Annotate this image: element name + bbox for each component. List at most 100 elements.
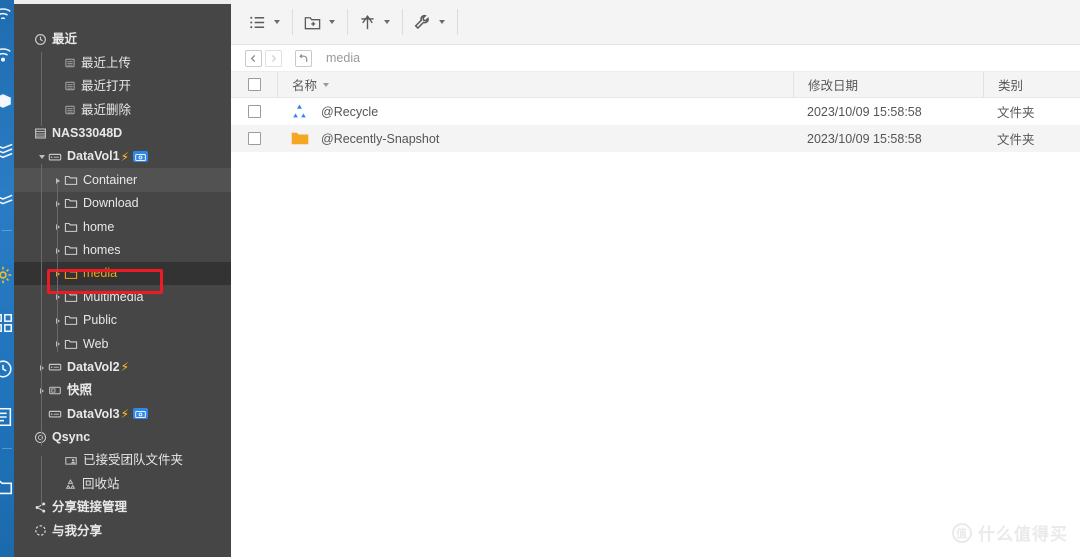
toolbar-divider — [457, 9, 458, 35]
sidebar-item-home[interactable]: home — [14, 215, 231, 238]
folder-outline — [64, 243, 78, 257]
sidebar-item-label: homes — [83, 242, 121, 257]
sidebar-item-datavol3[interactable]: DataVol3 ⚡ — [14, 402, 231, 425]
toolbar[interactable] — [231, 0, 1080, 45]
row-select-cell[interactable] — [231, 98, 277, 125]
row-date-cell: 2023/10/09 15:58:58 — [793, 125, 983, 152]
sidebar-item-分享链接管理[interactable]: 分享链接管理 — [14, 496, 231, 519]
toolbar-group-tools[interactable] — [410, 0, 450, 45]
chevron-right-icon[interactable] — [38, 386, 47, 395]
sidebar-item-multimedia[interactable]: Multimedia — [14, 285, 231, 308]
clock-icon[interactable] — [0, 358, 14, 380]
new-folder-caret-icon[interactable] — [324, 8, 340, 36]
list-icon — [64, 80, 76, 92]
toolbar-group-upload[interactable] — [355, 0, 395, 45]
note-icon[interactable] — [0, 406, 14, 428]
layers-icon[interactable] — [0, 188, 14, 210]
row-kind-cell: 文件夹 — [983, 125, 1080, 152]
row-kind-cell: 文件夹 — [983, 98, 1080, 125]
sidebar[interactable]: 最近 最近上传 最近打开 最近删除 NAS33048D DataVol1 ⚡ Containe… — [14, 4, 231, 557]
sidebar-item-media[interactable]: media — [14, 261, 231, 286]
app-dock[interactable] — [0, 0, 14, 557]
chevron-right-icon[interactable] — [54, 339, 63, 348]
upload-caret-icon[interactable] — [379, 8, 395, 36]
sidebar-item-最近上传[interactable]: 最近上传 — [14, 51, 231, 74]
select-all-header[interactable] — [231, 72, 277, 98]
back-button[interactable] — [245, 49, 262, 67]
folder-outline — [64, 196, 78, 210]
sidebar-item-最近删除[interactable]: 最近删除 — [14, 98, 231, 121]
folder-outline — [64, 313, 78, 327]
gear-icon[interactable] — [0, 264, 14, 286]
sidebar-item-download[interactable]: Download — [14, 192, 231, 215]
folder-tree[interactable]: 最近 最近上传 最近打开 最近删除 NAS33048D DataVol1 ⚡ Containe… — [14, 4, 231, 543]
box-icon[interactable] — [0, 90, 14, 112]
sidebar-item-快照[interactable]: 快照 — [14, 379, 231, 402]
breadcrumb-bar[interactable]: media — [231, 45, 1080, 72]
new-folder-button[interactable] — [300, 8, 324, 36]
chevron-right-icon[interactable] — [38, 363, 47, 372]
sidebar-item-datavol2[interactable]: DataVol2 ⚡ — [14, 355, 231, 378]
chevron-down-icon[interactable] — [38, 152, 47, 161]
layers-icon[interactable] — [0, 138, 14, 160]
snapshot-badge-icon — [133, 151, 149, 163]
file-list[interactable]: @Recycle 2023/10/09 15:58:58 文件夹 @Recent… — [231, 98, 1080, 152]
sidebar-item-已接受团队文件夹[interactable]: 已接受团队文件夹 — [14, 449, 231, 472]
toolbar-divider — [402, 9, 403, 35]
table-row[interactable]: @Recently-Snapshot 2023/10/09 15:58:58 文… — [231, 125, 1080, 152]
chevron-right-icon[interactable] — [54, 246, 63, 255]
chevron-right-icon[interactable] — [54, 199, 63, 208]
folder-icon — [291, 131, 311, 146]
toolbar-divider — [292, 9, 293, 35]
sidebar-item-最近[interactable]: 最近 — [14, 28, 231, 51]
sidebar-item-nas33048d[interactable]: NAS33048D — [14, 122, 231, 145]
shared-icon — [34, 524, 47, 537]
row-checkbox[interactable] — [247, 132, 261, 145]
column-header-name[interactable]: 名称 — [277, 71, 793, 98]
view-mode-caret-icon[interactable] — [269, 8, 285, 36]
column-header-date[interactable]: 修改日期 — [793, 71, 983, 98]
row-name-cell[interactable]: @Recycle — [277, 98, 793, 125]
toolbar-group-view[interactable] — [245, 0, 285, 45]
row-name-cell[interactable]: @Recently-Snapshot — [277, 125, 793, 152]
chevron-right-icon[interactable] — [54, 316, 63, 325]
chevron-right-icon[interactable] — [54, 176, 63, 185]
sidebar-item-label: NAS33048D — [52, 126, 123, 140]
upload-button[interactable] — [355, 8, 379, 36]
table-row[interactable]: @Recycle 2023/10/09 15:58:58 文件夹 — [231, 98, 1080, 125]
wifi-icon[interactable] — [0, 4, 14, 26]
chevron-right-icon[interactable] — [54, 269, 63, 278]
column-header-kind-label: 类别 — [998, 79, 1024, 93]
lightning-icon: ⚡ — [120, 360, 130, 375]
sidebar-item-label: Public — [83, 313, 118, 328]
breadcrumb-path[interactable]: media — [326, 51, 360, 65]
view-mode-button[interactable] — [245, 8, 269, 36]
row-select-cell[interactable] — [231, 125, 277, 152]
chevron-right-icon[interactable] — [54, 292, 63, 301]
sidebar-item-回收站[interactable]: 回收站 — [14, 472, 231, 495]
sidebar-item-container[interactable]: Container — [14, 168, 231, 192]
sidebar-item-与我分享[interactable]: 与我分享 — [14, 519, 231, 542]
wifi-icon[interactable] — [0, 44, 14, 66]
sidebar-item-label: DataVol1 — [67, 149, 120, 164]
sidebar-item-datavol1[interactable]: DataVol1 ⚡ — [14, 145, 231, 168]
tools-caret-icon[interactable] — [434, 8, 450, 36]
table-header: 名称 修改日期 类别 — [231, 71, 1080, 98]
sidebar-item-homes[interactable]: homes — [14, 239, 231, 262]
tools-button[interactable] — [410, 8, 434, 36]
column-header-kind[interactable]: 类别 — [983, 71, 1080, 98]
sidebar-item-web[interactable]: Web — [14, 332, 231, 355]
sidebar-item-qsync[interactable]: Qsync — [14, 426, 231, 449]
folder-icon[interactable] — [0, 476, 14, 498]
sidebar-item-最近打开[interactable]: 最近打开 — [14, 75, 231, 98]
up-level-button[interactable] — [295, 49, 312, 67]
grid-icon[interactable] — [0, 312, 14, 334]
row-checkbox[interactable] — [247, 105, 261, 118]
select-all-checkbox[interactable] — [247, 78, 261, 91]
chevron-right-icon[interactable] — [54, 222, 63, 231]
sort-desc-icon[interactable] — [323, 82, 330, 87]
toolbar-group-new[interactable] — [300, 0, 340, 45]
sidebar-item-public[interactable]: Public — [14, 309, 231, 332]
